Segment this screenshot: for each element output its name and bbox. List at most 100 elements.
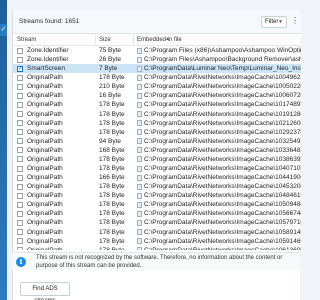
- row-checkbox[interactable]: [17, 92, 23, 99]
- table-row[interactable]: OriginalPath 178 Byte C:\ProgramData\Rivet…: [13, 218, 301, 227]
- table-row[interactable]: OriginalPath 168 Byte C:\ProgramData\Rivet…: [13, 146, 301, 155]
- table-row[interactable]: OriginalPath 178 Byte C:\ProgramData\Rivet…: [13, 182, 301, 191]
- find-ads-streams-button[interactable]: Find ADS streams: [20, 282, 70, 300]
- row-checkbox[interactable]: [17, 201, 23, 208]
- table-row[interactable]: OriginalPath 178 Byte C:\ProgramData\Rivet…: [13, 228, 301, 237]
- stream-size: 178 Byte: [99, 201, 125, 209]
- row-checkbox[interactable]: [17, 120, 23, 127]
- table-row[interactable]: OriginalPath 178 Byte C:\ProgramData\Rivet…: [13, 110, 301, 119]
- column-divider[interactable]: [133, 35, 134, 44]
- file-icon: [137, 83, 142, 90]
- row-checkbox[interactable]: [17, 47, 23, 54]
- streams-found-label: Streams found: 1651: [19, 18, 80, 25]
- table-row[interactable]: Zone.Identifier 75 Byte C:\Program Files (…: [13, 46, 301, 55]
- file-icon: [137, 247, 142, 250]
- stream-name: OriginalPath: [27, 246, 63, 250]
- stream-size: 178 Byte: [99, 237, 125, 245]
- embedded-file-path: C:\Program Files\Ashampoo\Background Rem…: [144, 56, 301, 64]
- stream-name: OriginalPath: [27, 137, 63, 145]
- table-row[interactable]: Zone.Identifier 26 Byte C:\Program Files\A…: [13, 55, 301, 64]
- stream-size: 178 Byte: [99, 165, 125, 173]
- file-icon: [137, 156, 142, 163]
- table-row[interactable]: OriginalPath 178 Byte C:\ProgramData\Rivet…: [13, 164, 301, 173]
- stream-name: Zone.Identifier: [27, 56, 69, 64]
- row-checkbox[interactable]: [17, 219, 23, 226]
- row-checkbox[interactable]: [17, 56, 23, 63]
- streams-list: Zone.Identifier 75 Byte C:\Program Files (…: [13, 46, 301, 250]
- table-row[interactable]: OriginalPath 16 Byte C:\ProgramData\RivetN…: [13, 91, 301, 100]
- stream-name: OriginalPath: [27, 74, 63, 82]
- stream-size: 178 Byte: [99, 128, 125, 136]
- table-row[interactable]: OriginalPath 178 Byte C:\ProgramData\Rivet…: [13, 100, 301, 109]
- stream-name: OriginalPath: [27, 128, 63, 136]
- stream-name: OriginalPath: [27, 183, 63, 191]
- info-bar: i This stream is not recognized by the s…: [12, 252, 300, 270]
- row-checkbox[interactable]: [17, 147, 23, 154]
- file-icon: [137, 210, 142, 217]
- table-row[interactable]: OriginalPath 178 Byte C:\ProgramData\Rivet…: [13, 237, 301, 246]
- embedded-file-path: C:\ProgramData\RivetNetworks\ImageCache\…: [144, 92, 301, 100]
- stream-name: OriginalPath: [27, 119, 63, 127]
- embedded-file-path: C:\ProgramData\RivetNetworks\ImageCache\…: [144, 183, 301, 191]
- file-icon: [137, 111, 142, 118]
- stream-name: SmartScreen: [27, 65, 65, 73]
- table-row[interactable]: OriginalPath 210 Byte C:\ProgramData\Rivet…: [13, 82, 301, 91]
- column-divider[interactable]: [95, 35, 96, 44]
- row-checkbox[interactable]: [17, 174, 23, 181]
- filter-button[interactable]: Filter ▼: [261, 16, 287, 28]
- row-checkbox[interactable]: [17, 247, 23, 250]
- row-checkbox[interactable]: [17, 156, 23, 163]
- table-row[interactable]: OriginalPath 178 Byte C:\ProgramData\Rivet…: [13, 73, 301, 82]
- row-checkbox[interactable]: [17, 229, 23, 236]
- column-header-size[interactable]: Size: [99, 37, 111, 43]
- stream-size: 16 Byte: [99, 92, 122, 100]
- filter-button-label: Filter: [265, 19, 279, 25]
- stream-size: 178 Byte: [99, 219, 125, 227]
- more-options-icon[interactable]: ⋮: [291, 16, 299, 25]
- stream-name: Zone.Identifier: [27, 47, 69, 54]
- file-icon: [137, 56, 142, 63]
- file-icon: [137, 92, 142, 99]
- row-checkbox[interactable]: [17, 192, 23, 199]
- table-row[interactable]: OriginalPath 166 Byte C:\ProgramData\Rivet…: [13, 173, 301, 182]
- stream-size: 178 Byte: [99, 119, 125, 127]
- row-checkbox[interactable]: [17, 238, 23, 245]
- embedded-file-path: C:\ProgramData\RivetNetworks\ImageCache\…: [144, 174, 301, 182]
- row-checkbox[interactable]: [17, 210, 23, 217]
- chevron-down-icon: ▼: [278, 19, 283, 25]
- column-header-stream[interactable]: Stream: [17, 37, 36, 43]
- embedded-file-path: C:\ProgramData\RivetNetworks\ImageCache\…: [144, 237, 301, 245]
- table-row[interactable]: OriginalPath 178 Byte C:\ProgramData\Rivet…: [13, 128, 301, 137]
- table-row[interactable]: OriginalPath 178 Byte C:\ProgramData\Rivet…: [13, 209, 301, 218]
- table-row[interactable]: OriginalPath 178 Byte C:\ProgramData\Rivet…: [13, 200, 301, 209]
- row-checkbox[interactable]: [17, 129, 23, 136]
- stream-name: OriginalPath: [27, 174, 63, 182]
- embedded-file-path: C:\ProgramData\RivetNetworks\ImageCache\…: [144, 110, 301, 118]
- row-checkbox[interactable]: [17, 138, 23, 145]
- table-row[interactable]: OriginalPath 94 Byte C:\ProgramData\RivetN…: [13, 137, 301, 146]
- row-checkbox[interactable]: [17, 183, 23, 190]
- stream-size: 178 Byte: [99, 192, 125, 200]
- stream-name: OriginalPath: [27, 101, 63, 109]
- table-row[interactable]: OriginalPath 178 Byte C:\ProgramData\Rivet…: [13, 246, 301, 250]
- table-row[interactable]: OriginalPath 178 Byte C:\ProgramData\Rivet…: [13, 119, 301, 128]
- column-header-embedded[interactable]: Embedded in file: [137, 37, 182, 43]
- left-accent-bar: ✓: [0, 0, 7, 300]
- embedded-file-path: C:\ProgramData\Luminar Neo\Temp\Luminar_…: [144, 65, 301, 73]
- row-checkbox[interactable]: [17, 74, 23, 81]
- stream-size: 7 Byte: [99, 65, 118, 73]
- row-checkbox[interactable]: [17, 111, 23, 118]
- table-row[interactable]: SmartScreen 7 Byte C:\ProgramData\Luminar …: [13, 64, 301, 74]
- file-icon: [137, 219, 142, 226]
- file-icon: [137, 47, 142, 54]
- row-checkbox[interactable]: [17, 101, 23, 108]
- row-checkbox[interactable]: [17, 165, 23, 172]
- table-row[interactable]: OriginalPath 178 Byte C:\ProgramData\Rivet…: [13, 191, 301, 200]
- row-checkbox[interactable]: [17, 83, 23, 90]
- embedded-file-path: C:\ProgramData\RivetNetworks\ImageCache\…: [144, 228, 301, 236]
- row-checkbox[interactable]: [17, 65, 23, 74]
- file-icon: [137, 138, 142, 145]
- stream-name: OriginalPath: [27, 228, 63, 236]
- embedded-file-path: C:\ProgramData\RivetNetworks\ImageCache\…: [144, 128, 301, 136]
- table-row[interactable]: OriginalPath 178 Byte C:\ProgramData\Rivet…: [13, 155, 301, 164]
